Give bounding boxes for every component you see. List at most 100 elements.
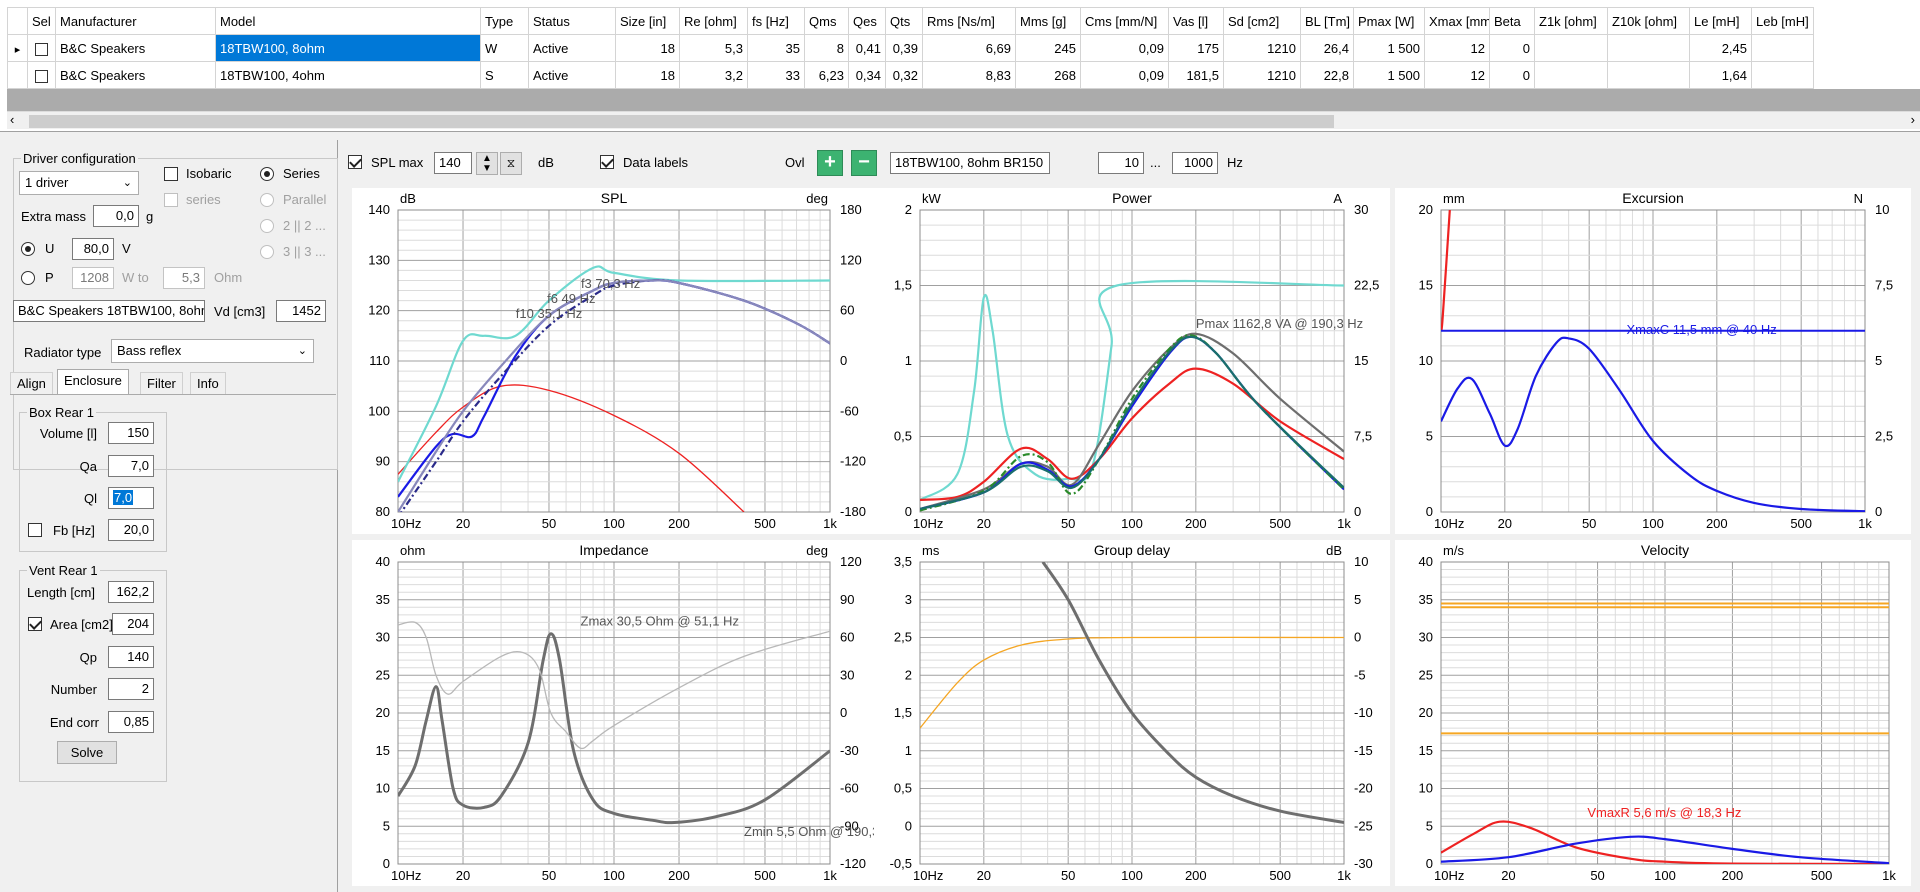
- table-cell[interactable]: 0,34: [848, 61, 886, 89]
- chart-velocity[interactable]: 40 35 30 25 20 15 10 5 0 10Hz 20 50 100 200 500 1k Veloc…: [1395, 540, 1911, 886]
- column-header[interactable]: Z10k [ohm]: [1607, 7, 1690, 35]
- column-header[interactable]: Manufacturer: [55, 7, 216, 35]
- column-header[interactable]: BL [Tm]: [1300, 7, 1354, 35]
- power-radio[interactable]: [21, 271, 35, 285]
- column-header[interactable]: fs [Hz]: [747, 7, 805, 35]
- select-checkbox[interactable]: [35, 42, 48, 56]
- column-header[interactable]: Pmax [W]: [1353, 7, 1425, 35]
- column-header[interactable]: Le [mH]: [1689, 7, 1752, 35]
- spl-max-input[interactable]: 140: [434, 152, 472, 174]
- column-header[interactable]: Leb [mH]: [1751, 7, 1814, 35]
- table-cell[interactable]: W: [480, 34, 529, 62]
- table-cell[interactable]: B&C Speakers: [55, 61, 216, 89]
- select-checkbox-cell[interactable]: [27, 61, 56, 89]
- column-header[interactable]: Vas [l]: [1168, 7, 1224, 35]
- table-cell[interactable]: 0: [1489, 61, 1535, 89]
- table-cell[interactable]: 6,69: [922, 34, 1016, 62]
- extra-mass-input[interactable]: 0,0: [93, 205, 139, 227]
- table-cell[interactable]: 0,09: [1080, 61, 1169, 89]
- vent-area-checkbox[interactable]: [28, 617, 42, 631]
- volume-input[interactable]: 150: [108, 422, 154, 444]
- overlay-name-input[interactable]: 18TBW100, 8ohm BR150: [890, 152, 1050, 174]
- chart-spl[interactable]: 140 130 120 110 100 90 80 180 120 60 0 -60 -120 -180 1…: [352, 188, 876, 534]
- add-overlay-button[interactable]: +: [817, 150, 843, 176]
- column-header[interactable]: Status: [528, 7, 616, 35]
- table-cell[interactable]: 3,2: [679, 61, 748, 89]
- table-cell[interactable]: 0,09: [1080, 34, 1169, 62]
- fit-range-button[interactable]: ⧖: [500, 152, 522, 175]
- table-cell[interactable]: 1210: [1223, 61, 1301, 89]
- row-header[interactable]: ▸: [7, 34, 28, 62]
- qp-input[interactable]: 140: [108, 646, 154, 668]
- column-header[interactable]: Qes: [848, 7, 886, 35]
- end-corr-input[interactable]: 0,85: [108, 711, 154, 733]
- vent-length-input[interactable]: 162,2: [108, 581, 154, 603]
- table-cell[interactable]: 35: [747, 34, 805, 62]
- table-cell[interactable]: 1 500: [1353, 34, 1425, 62]
- freq-min-input[interactable]: 10: [1098, 152, 1144, 174]
- table-cell[interactable]: 0,32: [885, 61, 923, 89]
- table-cell[interactable]: 175: [1168, 34, 1224, 62]
- table-cell[interactable]: 1 500: [1353, 61, 1425, 89]
- column-header[interactable]: Model: [215, 7, 481, 35]
- table-cell[interactable]: 1210: [1223, 34, 1301, 62]
- table-cell[interactable]: 6,23: [804, 61, 849, 89]
- remove-overlay-button[interactable]: −: [851, 150, 877, 176]
- table-cell[interactable]: 1,64: [1689, 61, 1752, 89]
- fb-input[interactable]: 20,0: [108, 519, 154, 541]
- table-cell[interactable]: 33: [747, 61, 805, 89]
- table-cell[interactable]: Active: [528, 61, 616, 89]
- vent-number-input[interactable]: 2: [108, 678, 154, 700]
- solve-button[interactable]: Solve: [57, 741, 117, 764]
- table-cell[interactable]: 5,3: [679, 34, 748, 62]
- table-cell[interactable]: 0,41: [848, 34, 886, 62]
- table-cell[interactable]: [1607, 61, 1690, 89]
- table-cell[interactable]: [1607, 34, 1690, 62]
- table-cell[interactable]: 18TBW100, 4ohm: [215, 61, 481, 89]
- table-cell[interactable]: [1751, 61, 1814, 89]
- driver-table[interactable]: Sel Manufacturer Model Type Status Size [in] R…: [7, 7, 1814, 89]
- isobaric-checkbox[interactable]: [164, 167, 178, 181]
- row-header[interactable]: [7, 61, 28, 89]
- tab-filter[interactable]: Filter: [140, 372, 183, 394]
- table-cell[interactable]: 8,83: [922, 61, 1016, 89]
- driver-name-field[interactable]: B&C Speakers 18TBW100, 8ohm: [13, 300, 205, 322]
- fb-checkbox[interactable]: [28, 523, 42, 537]
- table-cell[interactable]: B&C Speakers: [55, 34, 216, 62]
- opt-2x2-radio[interactable]: [260, 219, 274, 233]
- spin-updown-button[interactable]: ▲ ▼: [476, 152, 498, 175]
- table-cell[interactable]: 12: [1424, 61, 1490, 89]
- column-header[interactable]: Mms [g]: [1015, 7, 1081, 35]
- data-labels-checkbox[interactable]: [600, 155, 614, 169]
- table-cell[interactable]: 18: [615, 34, 680, 62]
- table-cell[interactable]: [1751, 34, 1814, 62]
- column-header[interactable]: Type: [480, 7, 529, 35]
- series-radio[interactable]: [260, 167, 274, 181]
- column-header[interactable]: Sel: [27, 7, 56, 35]
- table-row[interactable]: ▸ B&C Speakers 18TBW100, 8ohm W Active 18 5,3 3…: [7, 34, 1814, 62]
- column-header[interactable]: Sd [cm2]: [1223, 7, 1301, 35]
- column-header[interactable]: Rms [Ns/m]: [922, 7, 1016, 35]
- load-ohm-input[interactable]: 5,3: [163, 267, 205, 289]
- table-cell[interactable]: 2,45: [1689, 34, 1752, 62]
- table-cell[interactable]: 268: [1015, 61, 1081, 89]
- table-cell[interactable]: [1534, 34, 1608, 62]
- scroll-left-arrow-icon[interactable]: ‹: [10, 112, 14, 127]
- driver-count-select[interactable]: 1 driver ⌄: [19, 171, 139, 195]
- table-cell[interactable]: 0,39: [885, 34, 923, 62]
- table-cell[interactable]: 8: [804, 34, 849, 62]
- column-header[interactable]: Re [ohm]: [679, 7, 748, 35]
- opt-3x3-radio[interactable]: [260, 245, 274, 259]
- voltage-radio[interactable]: [21, 242, 35, 256]
- radiator-type-select[interactable]: Bass reflex ⌄: [111, 339, 314, 363]
- chart-power[interactable]: 2 1,5 1 0,5 0 30 22,5 15 7,5 0 10Hz 20 50 100 200 500 1k…: [874, 188, 1390, 534]
- freq-max-input[interactable]: 1000: [1172, 152, 1218, 174]
- chart-impedance[interactable]: 40 35 30 25 20 15 10 5 0 120 90 60 30 0 -30 -60 -90 -120 1…: [352, 540, 876, 886]
- table-cell[interactable]: 245: [1015, 34, 1081, 62]
- table-cell[interactable]: [1534, 61, 1608, 89]
- spl-max-checkbox[interactable]: [348, 155, 362, 169]
- table-cell[interactable]: 26,4: [1300, 34, 1354, 62]
- series-checkbox[interactable]: [164, 193, 178, 207]
- table-cell[interactable]: 0: [1489, 34, 1535, 62]
- horizontal-scrollbar[interactable]: ‹ ›: [7, 111, 1920, 129]
